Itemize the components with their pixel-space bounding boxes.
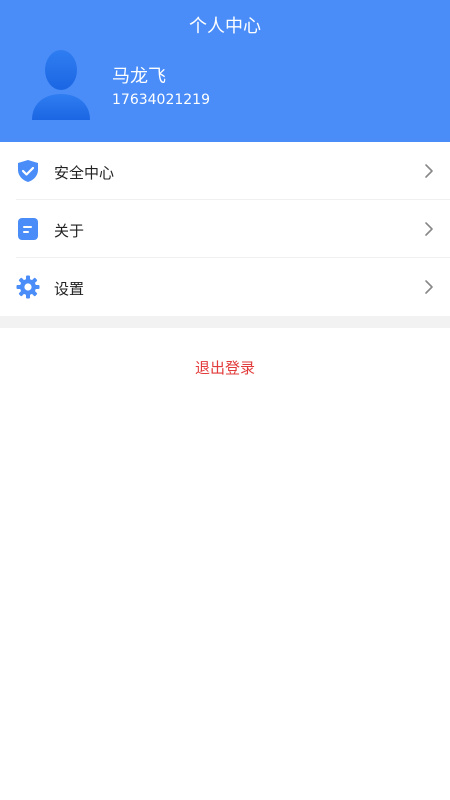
user-avatar-icon[interactable]	[28, 46, 94, 122]
menu-item-label: 关于	[54, 222, 85, 240]
section-separator	[0, 316, 450, 328]
menu-list: 安全中心 关于 设置	[0, 142, 450, 316]
logout-label: 退出登录	[194, 359, 255, 377]
logout-button[interactable]: 退出登录	[0, 328, 450, 404]
user-name: 马龙飞	[112, 66, 166, 87]
page-title: 个人中心	[189, 16, 261, 37]
menu-item-settings[interactable]: 设置	[0, 258, 450, 316]
shield-check-icon	[18, 160, 38, 182]
menu-item-label: 设置	[54, 280, 85, 298]
about-icon	[18, 218, 38, 240]
menu-item-label: 安全中心	[54, 164, 115, 182]
menu-item-security-center[interactable]: 安全中心	[0, 142, 450, 200]
chevron-right-icon	[425, 222, 433, 236]
menu-item-about[interactable]: 关于	[0, 200, 450, 258]
user-phone: 17634021219	[112, 92, 210, 108]
chevron-right-icon	[425, 280, 433, 294]
profile-header: 个人中心 马龙飞 17634021219	[0, 0, 450, 142]
chevron-right-icon	[425, 164, 433, 178]
gear-icon	[16, 275, 40, 299]
